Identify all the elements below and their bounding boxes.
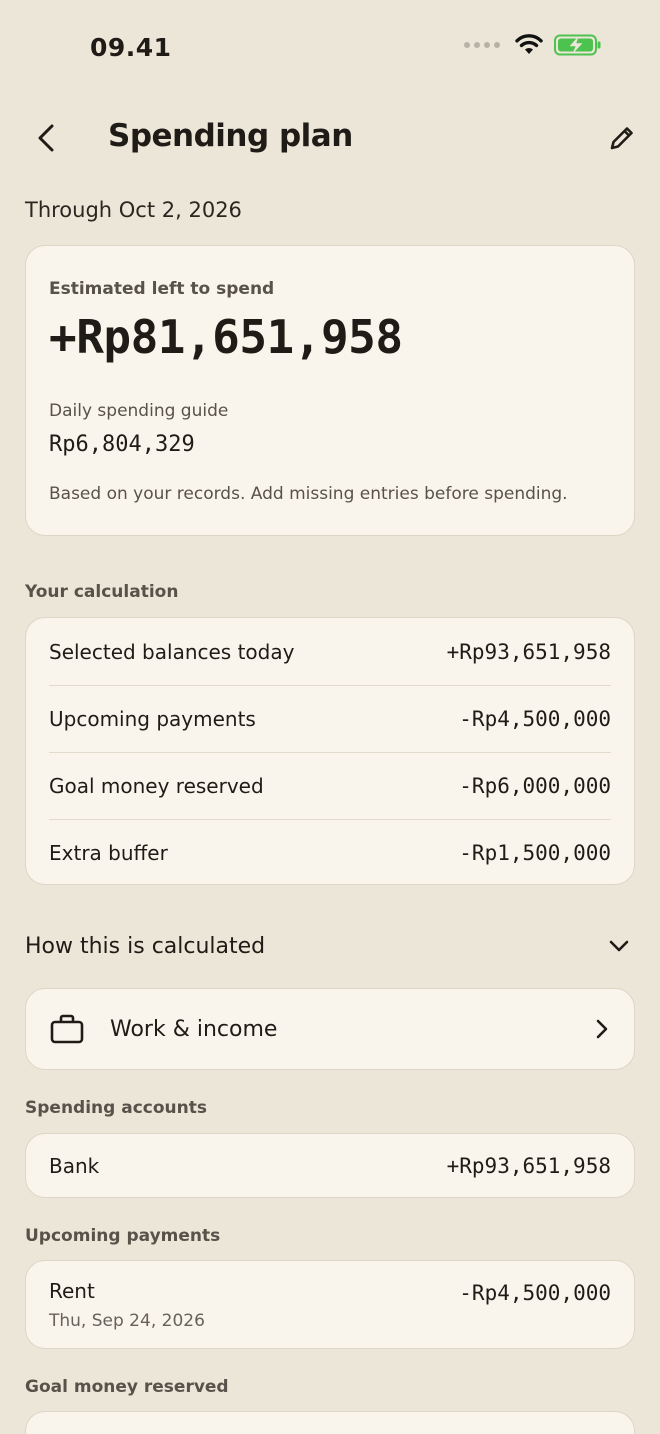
account-name: Bank	[49, 1153, 100, 1178]
calc-row-label: Extra buffer	[49, 841, 168, 865]
pencil-icon	[610, 127, 633, 150]
goal-money-label: Goal money reserved	[25, 1377, 229, 1397]
payment-name: Rent	[49, 1278, 95, 1303]
calc-row: Upcoming payments -Rp4,500,000	[49, 685, 611, 752]
work-income-label: Work & income	[110, 1016, 278, 1042]
daily-guide-amount: Rp6,804,329	[49, 432, 195, 457]
goal-money-card[interactable]	[25, 1411, 635, 1434]
spending-accounts-label: Spending accounts	[25, 1098, 207, 1118]
daily-guide-label: Daily spending guide	[49, 401, 229, 421]
estimated-left-label: Estimated left to spend	[49, 279, 275, 299]
edit-button[interactable]	[602, 118, 642, 158]
calc-row-value: -Rp6,000,000	[459, 774, 611, 798]
period-text: Through Oct 2, 2026	[25, 198, 242, 222]
work-income-button[interactable]: Work & income	[25, 988, 635, 1070]
battery-charging-icon	[554, 34, 602, 56]
page-title: Spending plan	[108, 118, 353, 154]
summary-card: Estimated left to spend +Rp81,651,958 Da…	[25, 245, 635, 536]
calc-row-label: Selected balances today	[49, 639, 295, 664]
chevron-right-icon	[596, 1019, 608, 1039]
chevron-left-icon	[38, 124, 54, 152]
summary-note: Based on your records. Add missing entri…	[49, 484, 568, 504]
payment-info: Rent Thu, Sep 24, 2026	[49, 1279, 205, 1331]
calc-row-label: Goal money reserved	[49, 774, 264, 798]
calc-row: Selected balances today +Rp93,651,958	[49, 618, 611, 685]
signal-dots-icon	[464, 42, 500, 48]
payment-amount: -Rp4,500,000	[459, 1281, 611, 1305]
wifi-icon	[514, 34, 544, 56]
calc-row: Extra buffer -Rp1,500,000	[49, 819, 611, 886]
payment-row-rent[interactable]: Rent Thu, Sep 24, 2026 -Rp4,500,000	[25, 1260, 635, 1349]
calc-row: Goal money reserved -Rp6,000,000	[49, 752, 611, 819]
upcoming-payments-label: Upcoming payments	[25, 1226, 221, 1246]
calc-row-label: Upcoming payments	[49, 707, 256, 731]
calculation-card: Selected balances today +Rp93,651,958 Up…	[25, 617, 635, 885]
calc-row-value: +Rp93,651,958	[446, 639, 611, 664]
payment-date: Thu, Sep 24, 2026	[49, 1310, 205, 1331]
calc-row-value: -Rp1,500,000	[459, 841, 611, 865]
how-calculated-toggle[interactable]: How this is calculated	[25, 926, 630, 966]
calc-row-value: -Rp4,500,000	[459, 707, 611, 731]
status-time: 09.41	[90, 33, 172, 62]
chevron-down-icon	[609, 940, 629, 952]
estimated-left-amount: +Rp81,651,958	[49, 310, 403, 364]
account-balance: +Rp93,651,958	[446, 1153, 611, 1178]
briefcase-icon	[50, 1014, 84, 1044]
how-calculated-label: How this is calculated	[25, 933, 266, 959]
back-button[interactable]	[26, 118, 66, 158]
calculation-section-label: Your calculation	[25, 582, 179, 602]
account-row-bank[interactable]: Bank +Rp93,651,958	[25, 1133, 635, 1198]
status-indicators	[464, 34, 602, 56]
